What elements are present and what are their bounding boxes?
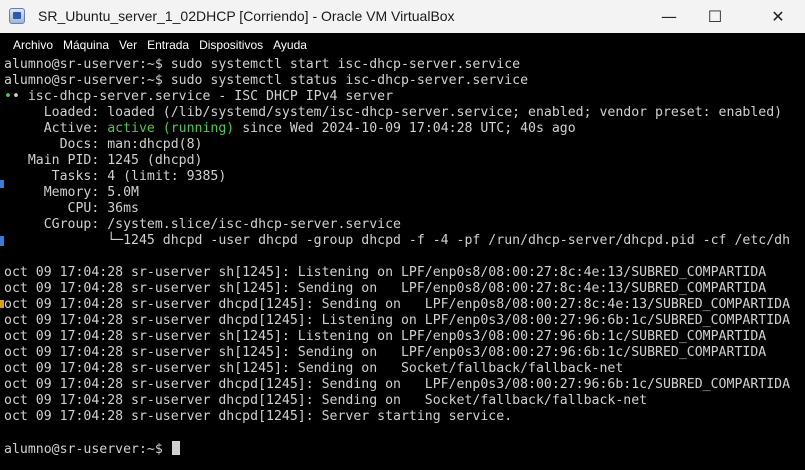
menu-ver[interactable]: Ver xyxy=(114,33,142,56)
terminal-line: Active: active (running) since Wed 2024-… xyxy=(4,121,576,137)
terminal-line: oct 09 17:04:28 sr-userver dhcpd[1245]: … xyxy=(4,409,513,424)
terminal-line: └─1245 dhcpd -user dhcpd -group dhcpd -f… xyxy=(4,233,791,248)
terminal-line: Memory: 5.0M xyxy=(4,185,139,200)
window-title: SR_Ubuntu_server_1_02DHCP [Corriendo] - … xyxy=(38,8,455,24)
terminal-prompt-line: alumno@sr-userver:~$ xyxy=(4,441,180,457)
minimize-icon[interactable]: — xyxy=(646,0,692,33)
terminal-line: Tasks: 4 (limit: 9385) xyxy=(4,169,227,184)
maximize-icon[interactable]: ☐ xyxy=(692,0,738,33)
background-window-edge xyxy=(0,300,4,308)
close-icon[interactable]: ✕ xyxy=(755,0,801,33)
terminal-line: Docs: man:dhcpd(8) xyxy=(4,137,203,152)
terminal-screen[interactable]: alumno@sr-userver:~$ sudo systemctl star… xyxy=(0,57,805,470)
virtualbox-icon[interactable] xyxy=(9,8,25,24)
terminal-line: •• isc-dhcp-server.service - ISC DHCP IP… xyxy=(4,89,393,105)
background-window-edge xyxy=(0,180,4,188)
terminal-line: oct 09 17:04:28 sr-userver sh[1245]: Lis… xyxy=(4,265,767,280)
terminal-line: oct 09 17:04:28 sr-userver sh[1245]: Sen… xyxy=(4,361,624,376)
terminal-line: oct 09 17:04:28 sr-userver dhcpd[1245]: … xyxy=(4,313,791,328)
menu-entrada[interactable]: Entrada xyxy=(142,33,194,56)
terminal-cursor xyxy=(171,441,180,455)
terminal-line: oct 09 17:04:28 sr-userver sh[1245]: Sen… xyxy=(4,345,767,360)
menu-archivo[interactable]: Archivo xyxy=(0,33,58,56)
terminal-line: oct 09 17:04:28 sr-userver sh[1245]: Lis… xyxy=(4,329,767,344)
terminal-line: oct 09 17:04:28 sr-userver sh[1245]: Sen… xyxy=(4,281,767,296)
terminal-line: alumno@sr-userver:~$ sudo systemctl star… xyxy=(4,57,521,72)
background-window-edge xyxy=(0,236,4,246)
active-label: Active: xyxy=(4,121,108,136)
terminal-line-text: • isc-dhcp-server.service - ISC DHCP IPv… xyxy=(11,89,394,104)
terminal-line: oct 09 17:04:28 sr-userver dhcpd[1245]: … xyxy=(4,297,791,312)
terminal-line: Loaded: loaded (/lib/systemd/system/isc-… xyxy=(4,105,783,120)
menu-dispositivos[interactable]: Dispositivos xyxy=(194,33,268,56)
terminal-line: CPU: 36ms xyxy=(4,201,139,216)
menu-maquina[interactable]: Máquina xyxy=(58,33,114,56)
terminal-prompt: alumno@sr-userver:~$ xyxy=(4,442,171,457)
terminal-line: oct 09 17:04:28 sr-userver dhcpd[1245]: … xyxy=(4,377,791,392)
status-bullet: • xyxy=(4,89,12,104)
terminal-line: CGroup: /system.slice/isc-dhcp-server.se… xyxy=(4,217,401,232)
menu-ayuda[interactable]: Ayuda xyxy=(268,33,312,56)
menu-bar: Archivo Máquina Ver Entrada Dispositivos… xyxy=(0,33,805,56)
active-status: active (running) xyxy=(107,121,235,136)
active-since: since Wed 2024-10-09 17:04:28 UTC; 40s a… xyxy=(234,121,576,136)
terminal-line: Main PID: 1245 (dhcpd) xyxy=(4,153,203,168)
window-titlebar[interactable]: SR_Ubuntu_server_1_02DHCP [Corriendo] - … xyxy=(0,0,805,33)
terminal-line: alumno@sr-userver:~$ sudo systemctl stat… xyxy=(4,73,529,88)
terminal-line: oct 09 17:04:28 sr-userver dhcpd[1245]: … xyxy=(4,393,648,408)
